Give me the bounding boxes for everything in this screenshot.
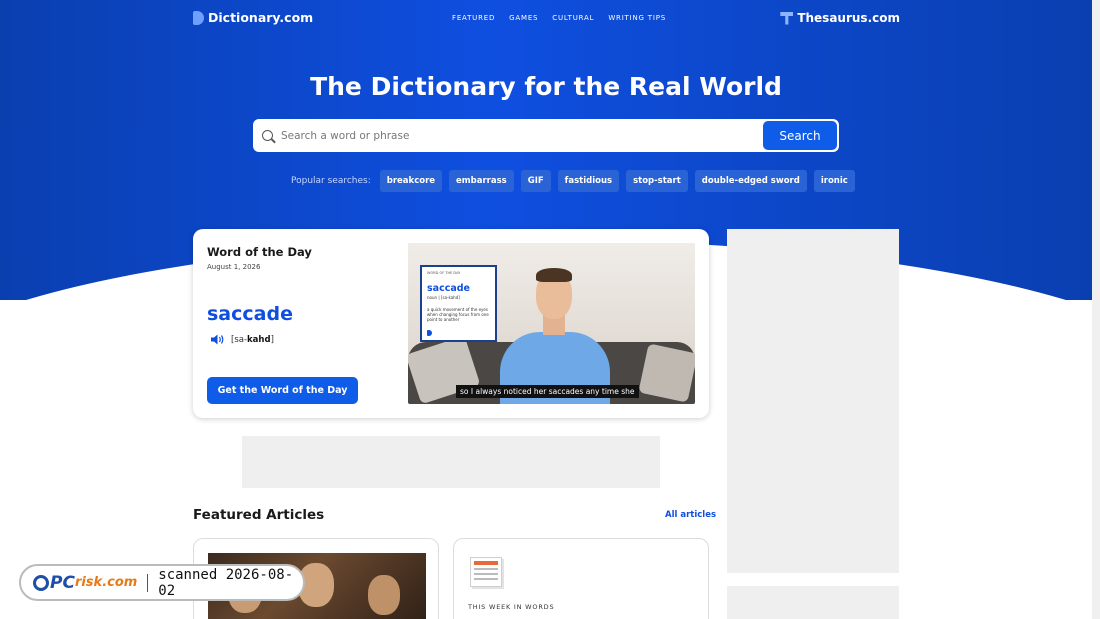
video-card-logo-icon: [427, 330, 432, 336]
thesaurus-logo-text: Thesaurus.com: [797, 11, 900, 25]
article-card-2[interactable]: THIS WEEK IN WORDS: [453, 538, 709, 619]
video-presenter-hair: [536, 268, 572, 282]
sidebar-ad-bottom: [727, 586, 899, 619]
popular-chip-double-edged-sword[interactable]: double-edged sword: [694, 170, 807, 192]
thesaurus-logo-icon: [780, 11, 794, 25]
popular-chip-gif[interactable]: GIF: [520, 170, 551, 192]
popular-chip-breakcore[interactable]: breakcore: [379, 170, 443, 192]
pron-close: ]: [270, 335, 274, 345]
hero-title: The Dictionary for the Real World: [310, 72, 782, 101]
wotd-title: Word of the Day: [207, 245, 312, 259]
nav-cultural[interactable]: CULTURAL: [552, 14, 594, 22]
popular-searches-label: Popular searches:: [291, 176, 371, 186]
pron-open: [sa-: [231, 335, 248, 345]
scrollbar-track[interactable]: [1092, 0, 1100, 619]
wotd-pronunciation: [sa-kahd]: [231, 335, 274, 345]
video-word-card: WORD OF THE DAY saccade noun | [sa-kahd]…: [420, 265, 497, 342]
newspaper-icon: [470, 557, 502, 587]
wotd-date: August 1, 2026: [207, 263, 261, 271]
search-button[interactable]: Search: [763, 121, 837, 150]
nav-writing-tips[interactable]: WRITING TIPS: [608, 14, 666, 22]
search-icon: [262, 130, 273, 141]
top-nav: FEATURED GAMES CULTURAL WRITING TIPS: [452, 14, 666, 22]
popular-chip-fastidious[interactable]: fastidious: [557, 170, 620, 192]
nav-featured[interactable]: FEATURED: [452, 14, 495, 22]
popular-searches: Popular searches: breakcore embarrass GI…: [291, 170, 855, 192]
nav-games[interactable]: GAMES: [509, 14, 538, 22]
video-card-label: WORD OF THE DAY: [427, 271, 461, 275]
video-card-pronunciation: noun | [sa-kahd]: [427, 295, 460, 300]
magnifier-icon: [33, 574, 49, 591]
pron-stress: kahd: [247, 335, 271, 345]
featured-articles-title: Featured Articles: [193, 507, 325, 523]
newspaper-icon-line: [474, 578, 498, 580]
popular-chip-embarrass[interactable]: embarrass: [449, 170, 514, 192]
article-card-2-label: THIS WEEK IN WORDS: [468, 603, 555, 611]
scan-date: scanned 2026-08-02: [158, 566, 294, 599]
sidebar-ad-top: [727, 229, 899, 573]
pcrisk-logo-risk: risk.com: [74, 575, 138, 590]
speaker-icon[interactable]: [211, 334, 225, 345]
search-input[interactable]: [281, 129, 763, 142]
search-bar: Search: [253, 119, 839, 152]
wotd-word[interactable]: saccade: [207, 303, 293, 325]
ad-banner: [242, 436, 660, 488]
video-pillow-right: [638, 343, 695, 403]
portrait-figure-3: [368, 575, 400, 615]
dictionary-logo-text: Dictionary.com: [208, 10, 314, 25]
pcrisk-logo: PC risk.com: [33, 573, 137, 593]
get-word-of-the-day-button[interactable]: Get the Word of the Day: [207, 377, 358, 404]
video-card-definition: a quick movement of the eyes when changi…: [427, 307, 489, 322]
newspaper-icon-line: [474, 568, 498, 570]
pcrisk-watermark: PC risk.com scanned 2026-08-02: [19, 564, 305, 601]
popular-chip-ironic[interactable]: ironic: [813, 170, 855, 192]
video-card-word: saccade: [427, 283, 470, 294]
all-articles-link[interactable]: All articles: [665, 510, 716, 520]
newspaper-icon-line: [474, 573, 498, 575]
video-caption: so I always noticed her saccades any tim…: [456, 385, 639, 398]
newspaper-icon-header: [474, 561, 498, 565]
wotd-video[interactable]: WORD OF THE DAY saccade noun | [sa-kahd]…: [408, 243, 695, 404]
pcrisk-logo-pc: PC: [50, 572, 75, 593]
word-of-the-day-card: Word of the Day August 1, 2026 saccade […: [193, 229, 709, 418]
watermark-divider: [147, 573, 149, 592]
thesaurus-link[interactable]: Thesaurus.com: [780, 11, 900, 25]
popular-chip-stop-start[interactable]: stop-start: [626, 170, 688, 192]
dictionary-logo-icon: [193, 10, 204, 25]
dictionary-logo[interactable]: Dictionary.com: [193, 10, 313, 25]
